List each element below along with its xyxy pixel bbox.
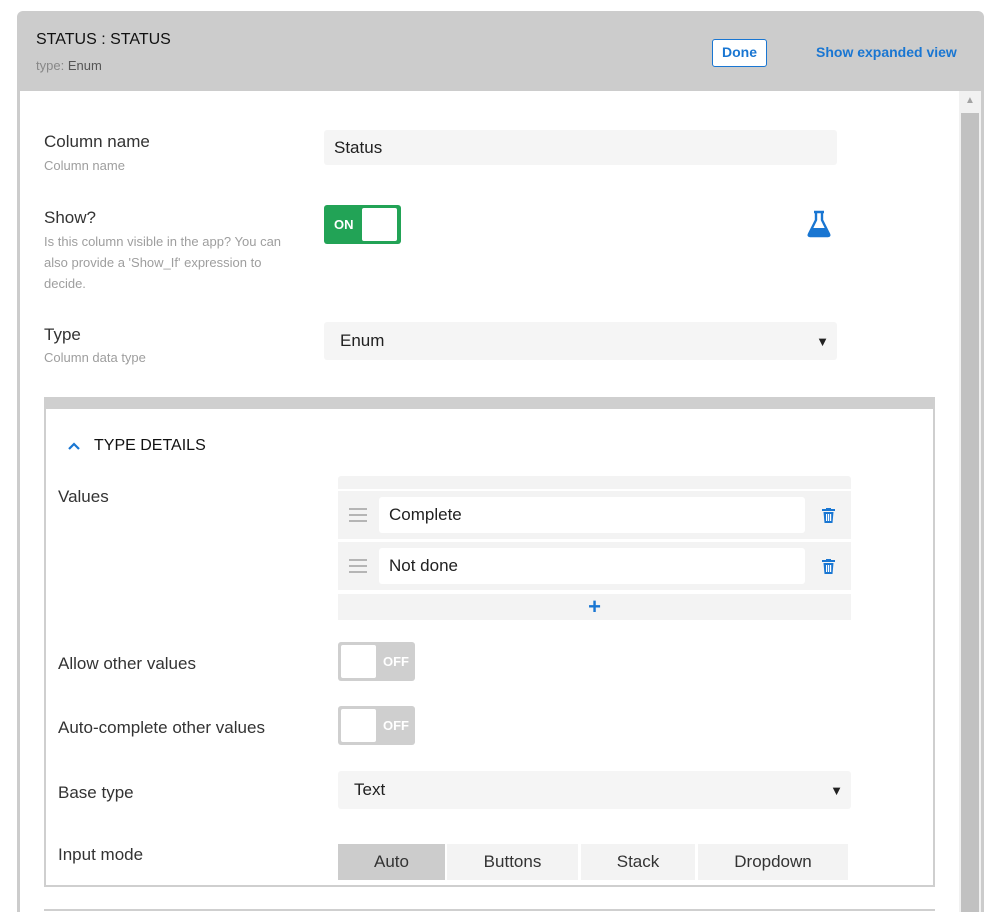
toggle-state-text: OFF: [383, 654, 409, 669]
input-mode-stack[interactable]: Stack: [581, 844, 695, 880]
values-list-top: [338, 476, 851, 489]
panel-title: STATUS : STATUS: [36, 31, 171, 48]
drag-handle-icon[interactable]: [349, 508, 367, 522]
scrollbar-thumb[interactable]: [961, 113, 979, 912]
chevron-up-icon[interactable]: [68, 441, 80, 451]
dropdown-arrow-icon: ▼: [830, 783, 843, 798]
next-section-border: [44, 909, 935, 911]
vertical-scrollbar[interactable]: ▲: [959, 91, 981, 912]
base-type-value: Text: [354, 780, 386, 799]
show-toggle[interactable]: ON: [324, 205, 401, 244]
base-type-select[interactable]: Text ▼: [338, 771, 851, 809]
input-mode-dropdown[interactable]: Dropdown: [698, 844, 848, 880]
type-value: Enum: [67, 58, 102, 73]
column-name-label: Column name: [44, 132, 150, 151]
toggle-state-text: OFF: [383, 718, 409, 733]
toggle-state-text: ON: [334, 217, 354, 232]
toggle-knob: [362, 208, 397, 241]
type-details-title[interactable]: TYPE DETAILS: [94, 437, 206, 455]
toggle-knob: [341, 645, 376, 678]
column-editor-panel: STATUS : STATUS type: Enum Done Show exp…: [17, 11, 984, 912]
type-key: type:: [36, 58, 65, 73]
input-mode-buttons[interactable]: Buttons: [447, 844, 578, 880]
base-type-label: Base type: [58, 783, 134, 802]
type-select-value: Enum: [340, 331, 385, 350]
trash-icon[interactable]: [822, 559, 835, 574]
column-name-input[interactable]: Status: [324, 130, 837, 165]
type-help: Column data type: [44, 350, 146, 365]
type-select[interactable]: Enum ▼: [324, 322, 837, 360]
show-expanded-view-link[interactable]: Show expanded view: [816, 44, 957, 60]
allow-other-label: Allow other values: [58, 654, 196, 673]
value-row: Complete: [338, 491, 851, 539]
editor-content: Column name Column name Status Show? Is …: [20, 91, 959, 912]
values-list: Complete Not done +: [338, 476, 851, 620]
trash-icon[interactable]: [822, 508, 835, 523]
add-value-button[interactable]: +: [338, 594, 851, 620]
values-label: Values: [58, 487, 109, 506]
input-mode-label: Input mode: [58, 845, 144, 864]
value-input[interactable]: Not done: [379, 548, 805, 584]
column-name-help: Column name: [44, 158, 125, 173]
scroll-up-arrow-icon[interactable]: ▲: [959, 91, 981, 111]
type-label: Type: [44, 325, 81, 344]
type-details-section: TYPE DETAILS Values Complete Not done + …: [44, 397, 935, 887]
value-input[interactable]: Complete: [379, 497, 805, 533]
show-label: Show?: [44, 208, 96, 227]
autocomplete-label: Auto-complete other values: [58, 718, 265, 737]
column-type-caption: type: Enum: [36, 58, 102, 73]
done-button[interactable]: Done: [712, 39, 767, 67]
input-mode-auto[interactable]: Auto: [338, 844, 445, 880]
drag-handle-icon[interactable]: [349, 559, 367, 573]
show-help: Is this column visible in the app? You c…: [44, 234, 282, 291]
dropdown-arrow-icon: ▼: [816, 334, 829, 349]
allow-other-toggle[interactable]: OFF: [338, 642, 415, 681]
flask-icon[interactable]: [806, 210, 832, 238]
value-row: Not done: [338, 542, 851, 590]
toggle-knob: [341, 709, 376, 742]
autocomplete-toggle[interactable]: OFF: [338, 706, 415, 745]
